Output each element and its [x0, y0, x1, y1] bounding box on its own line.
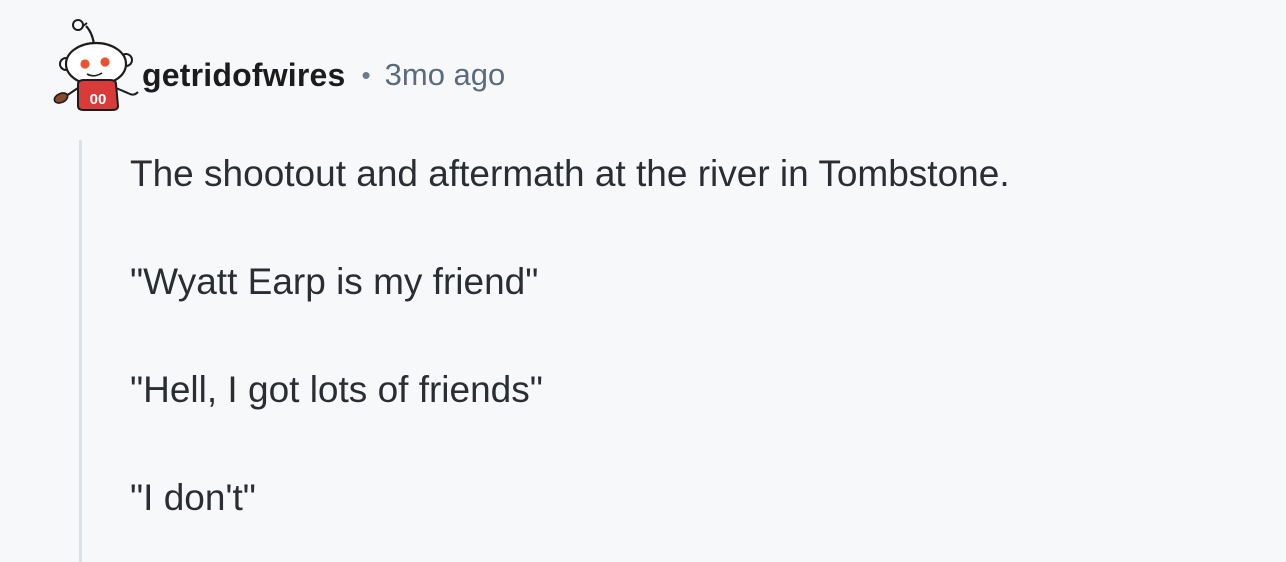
comment-paragraph: "Hell, I got lots of friends" — [130, 369, 543, 410]
meta-separator: • — [361, 59, 371, 90]
comment-body: The shootout and aftermath at the river … — [130, 148, 1250, 524]
comment-header: 00 getridofwires • 3mo ago — [52, 18, 505, 114]
comment-meta: getridofwires • 3mo ago — [142, 57, 505, 94]
comment-paragraph: "I don't" — [130, 477, 256, 518]
comment: 00 getridofwires • 3mo ago The shootout … — [0, 0, 1286, 562]
comment-paragraph: "Wyatt Earp is my friend" — [130, 261, 539, 302]
jersey-number: 00 — [90, 91, 107, 108]
snoo-avatar-icon[interactable]: 00 — [52, 18, 140, 114]
author-username[interactable]: getridofwires — [142, 57, 346, 94]
thread-line[interactable] — [79, 140, 82, 562]
comment-paragraph: The shootout and aftermath at the river … — [130, 153, 1010, 194]
comment-timestamp[interactable]: 3mo ago — [385, 57, 506, 93]
